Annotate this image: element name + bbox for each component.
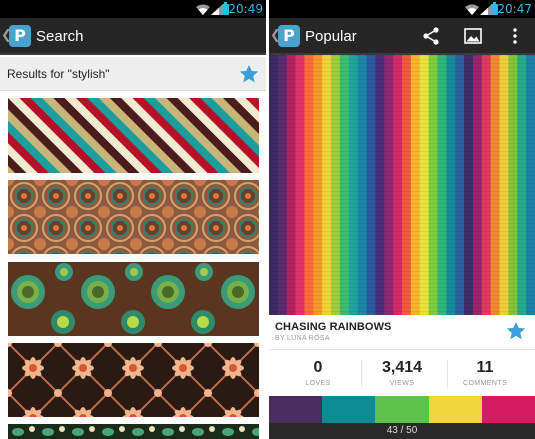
pattern-title: CHASING RAINBOWS bbox=[275, 321, 392, 333]
stat-views: 3,414 VIEWS bbox=[358, 359, 446, 387]
comments-count: 11 bbox=[476, 359, 494, 376]
overflow-menu-icon[interactable] bbox=[505, 26, 525, 46]
image-icon[interactable] bbox=[463, 26, 483, 46]
stat-loves: 0 LOVES bbox=[274, 359, 362, 387]
pattern-thumbnail-flowers[interactable] bbox=[8, 262, 259, 336]
pattern-preview[interactable] bbox=[269, 55, 535, 315]
page-title: Search bbox=[36, 28, 84, 45]
status-time: 20:47 bbox=[497, 2, 532, 16]
page-title: Popular bbox=[305, 28, 357, 45]
action-bar: ❮ P Search bbox=[0, 18, 266, 55]
star-icon[interactable] bbox=[238, 63, 260, 85]
color-palette bbox=[269, 396, 535, 423]
pattern-thumbnail-stripes[interactable] bbox=[8, 98, 259, 173]
page-indicator-bar: 43 / 50 bbox=[269, 423, 535, 439]
pattern-thumbnail-lattice[interactable] bbox=[8, 343, 259, 417]
results-label: Results for "stylish" bbox=[7, 67, 110, 81]
pattern-author[interactable]: BY LUNA ROSA bbox=[275, 335, 330, 342]
pattern-info: CHASING RAINBOWS BY LUNA ROSA bbox=[269, 315, 535, 349]
results-header: Results for "stylish" bbox=[0, 57, 266, 91]
loves-label: LOVES bbox=[305, 380, 331, 387]
palette-swatch-5[interactable] bbox=[481, 396, 535, 423]
app-logo-icon[interactable]: P bbox=[9, 25, 31, 47]
palette-swatch-4[interactable] bbox=[428, 396, 482, 423]
status-time: 20:49 bbox=[228, 2, 263, 16]
pattern-thumbnail-paisley[interactable] bbox=[8, 424, 259, 439]
palette-swatch-1[interactable] bbox=[269, 396, 323, 423]
comments-label: COMMENTS bbox=[462, 380, 508, 387]
loves-count: 0 bbox=[313, 359, 323, 376]
page-indicator: 43 / 50 bbox=[386, 425, 418, 436]
views-count: 3,414 bbox=[381, 359, 423, 376]
pattern-detail-screen: 20:47 ❮ P Popular CHASING RAINBOWS BY LU… bbox=[269, 0, 535, 439]
wifi-icon bbox=[196, 4, 210, 15]
app-logo-icon[interactable]: P bbox=[278, 25, 300, 47]
palette-swatch-3[interactable] bbox=[375, 396, 429, 423]
status-bar: 20:47 bbox=[269, 0, 535, 18]
share-icon[interactable] bbox=[421, 26, 441, 46]
wifi-icon bbox=[465, 4, 479, 15]
pattern-stats: 0 LOVES 3,414 VIEWS 11 COMMENTS bbox=[269, 349, 535, 396]
action-bar: ❮ P Popular bbox=[269, 18, 535, 55]
views-label: VIEWS bbox=[389, 380, 415, 387]
search-screen: 20:49 ❮ P Search Results for "stylish" bbox=[0, 0, 266, 439]
favorite-star-icon[interactable] bbox=[505, 320, 527, 342]
palette-swatch-2[interactable] bbox=[322, 396, 376, 423]
status-bar: 20:49 bbox=[0, 0, 266, 18]
rainbow-pattern-image bbox=[269, 55, 535, 315]
pattern-thumbnail-geometric[interactable] bbox=[8, 180, 259, 254]
stat-comments[interactable]: 11 COMMENTS bbox=[441, 359, 529, 387]
